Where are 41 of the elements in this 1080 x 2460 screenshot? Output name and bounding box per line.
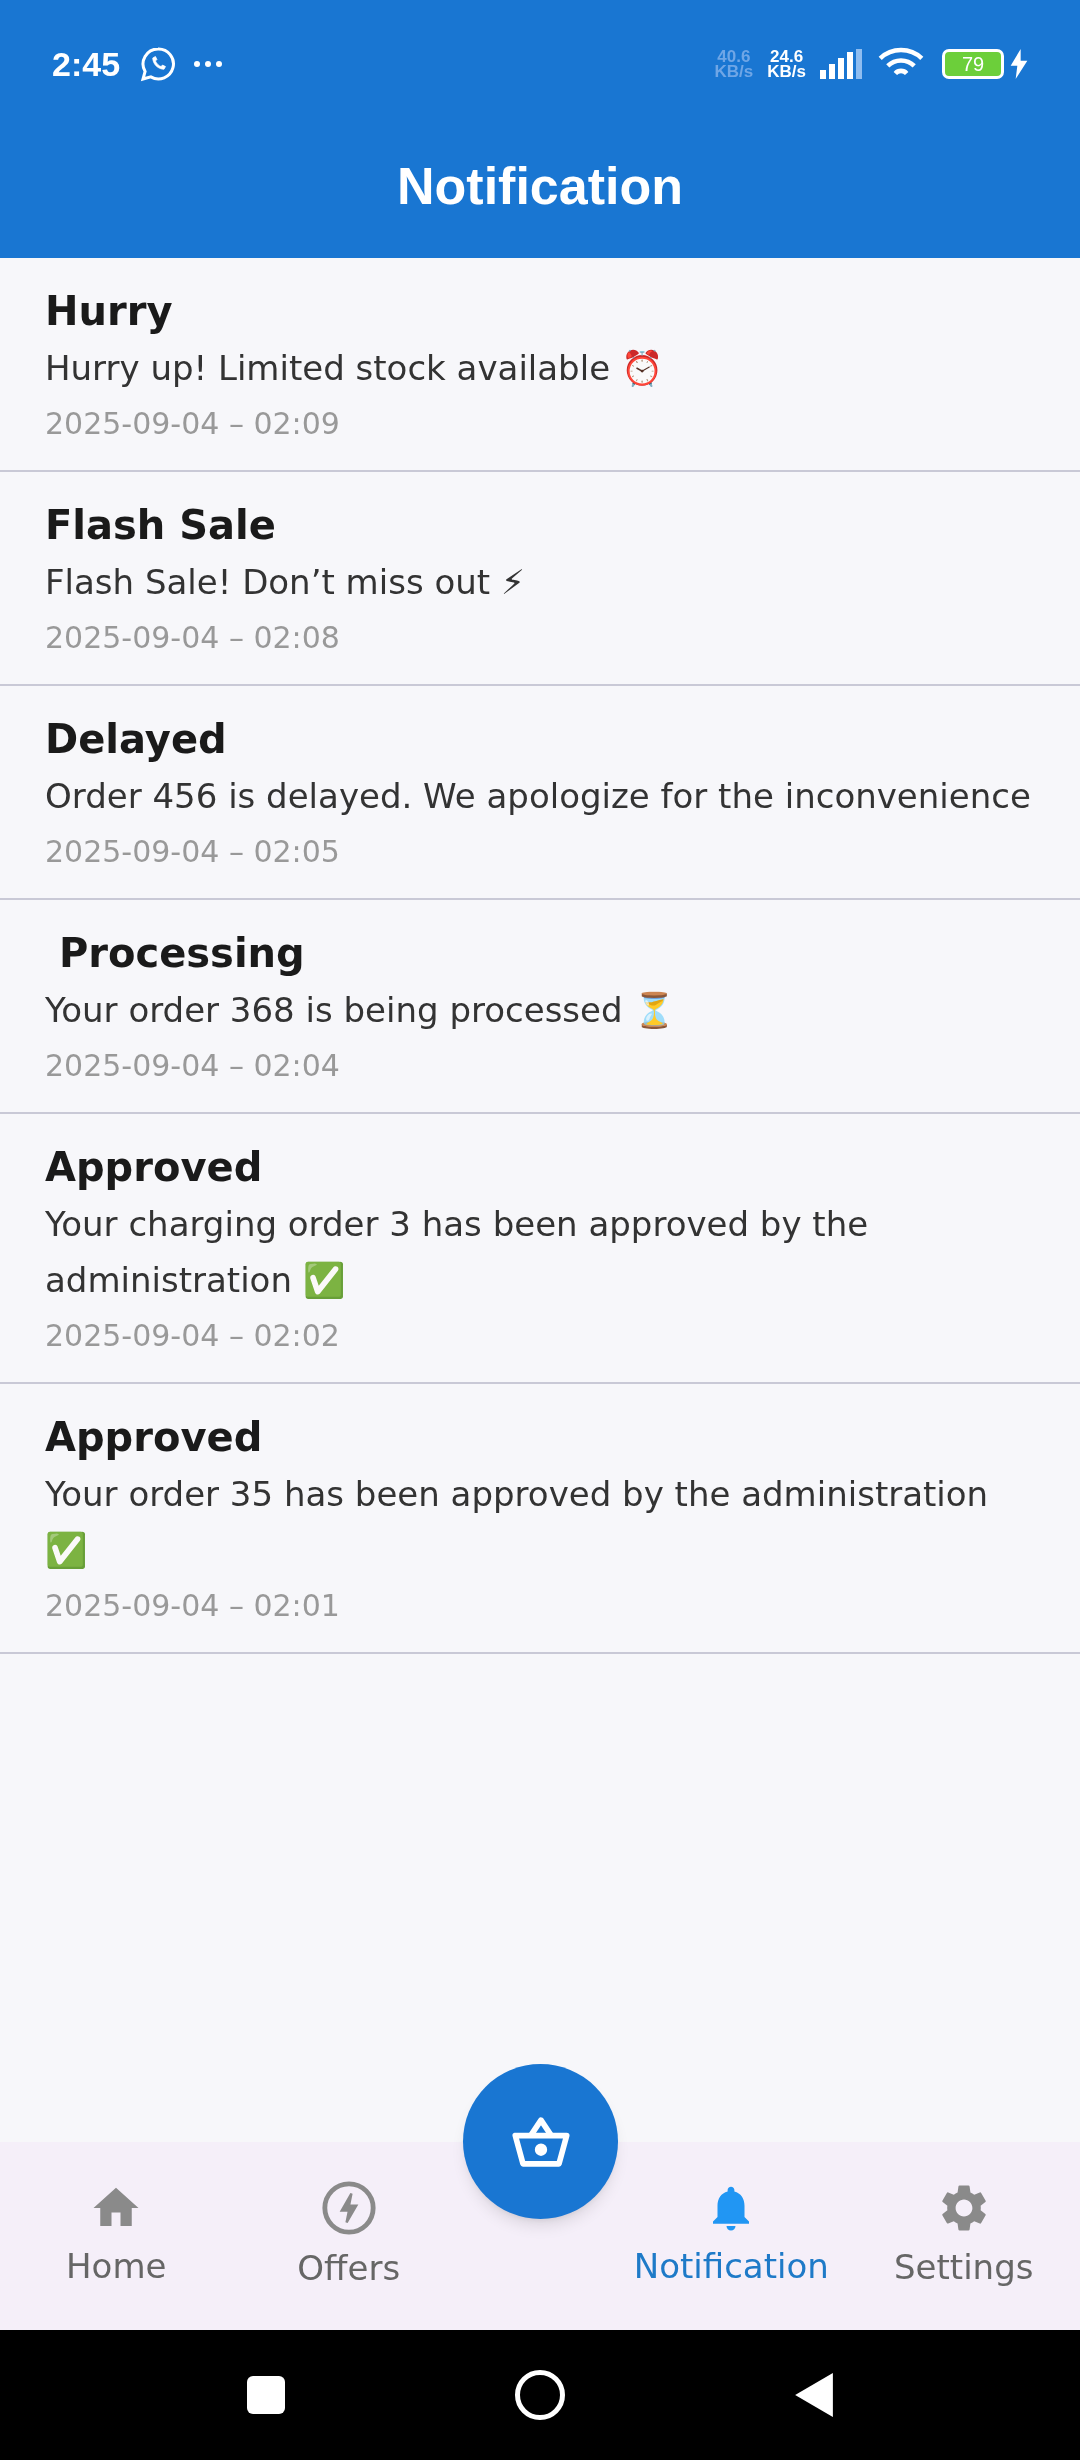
clock: 2:45 [52, 43, 121, 85]
battery-indicator: 79 [942, 49, 1004, 79]
notification-item[interactable]: Approved Your order 35 has been approved by the administration ✅ 2025-09-04 – 02:01 [0, 1384, 1080, 1654]
signal-icon [820, 49, 862, 79]
notification-time: 2025-09-04 – 02:05 [45, 833, 341, 871]
back-icon[interactable] [795, 2373, 833, 2417]
notification-title: Flash Sale [45, 501, 277, 550]
notification-message: Your charging order 3 has been approved by the administration ✅ [45, 1203, 870, 1302]
notification-time: 2025-09-04 – 02:04 [45, 1047, 341, 1085]
notification-title: Approved [45, 1143, 264, 1192]
lightning-bolt-icon [319, 2178, 378, 2237]
nav-tab[interactable]: Settings [847, 2179, 1080, 2293]
notification-time: 2025-09-04 – 02:08 [45, 619, 341, 657]
notification-message: Order 456 is delayed. We apologize for the inconvenience [45, 775, 1032, 818]
network-speed: 24.6 KB/s [767, 49, 806, 79]
nav-tab[interactable]: Home [0, 2180, 233, 2292]
notification-time: 2025-09-04 – 02:02 [45, 1317, 341, 1355]
notification-title: Processing [57, 929, 306, 978]
notification-item[interactable]: Processing Your order 368 is being processed ⏳ 2025-09-04 – 02:04 [0, 900, 1080, 1114]
notification-title: Hurry [45, 287, 174, 336]
network-speed: 40.6 KB/s [714, 49, 754, 79]
more-icon [194, 61, 223, 67]
notification-item[interactable]: Approved Your charging order 3 has been approved by the administration ✅ 2025-09-04 – 02:02 [0, 1114, 1080, 1384]
page-title: Notification [397, 156, 683, 217]
nav-tab[interactable]: Offers [232, 2178, 465, 2294]
home-button-icon[interactable] [515, 2370, 565, 2420]
notification-message: Your order 368 is being processed ⏳ [45, 989, 677, 1032]
notification-time: 2025-09-04 – 02:01 [45, 1587, 341, 1625]
chat-app-icon [140, 46, 177, 82]
basket-icon [509, 2114, 572, 2169]
notification-item[interactable]: Hurry Hurry up! Limited stock available ⏰ 2025-09-04 – 02:09 [0, 258, 1080, 472]
nav-tab[interactable]: Notification [615, 2180, 848, 2292]
notification-message: Hurry up! Limited stock available ⏰ [45, 347, 664, 390]
recents-icon[interactable] [247, 2376, 285, 2414]
notification-time: 2025-09-04 – 02:09 [45, 405, 341, 443]
notification-message: Your order 35 has been approved by the administration ✅ [45, 1473, 990, 1572]
notification-message: Flash Sale! Don’t miss out ⚡ [45, 561, 526, 604]
notification-item[interactable]: Delayed Order 456 is delayed. We apologize for the inconvenience 2025-09-04 – 02:05 [0, 686, 1080, 900]
notification-title: Approved [45, 1413, 264, 1462]
notification-item[interactable]: Flash Sale Flash Sale! Don’t miss out ⚡ 2025-09-04 – 02:08 [0, 472, 1080, 686]
notification-title: Delayed [45, 715, 228, 764]
